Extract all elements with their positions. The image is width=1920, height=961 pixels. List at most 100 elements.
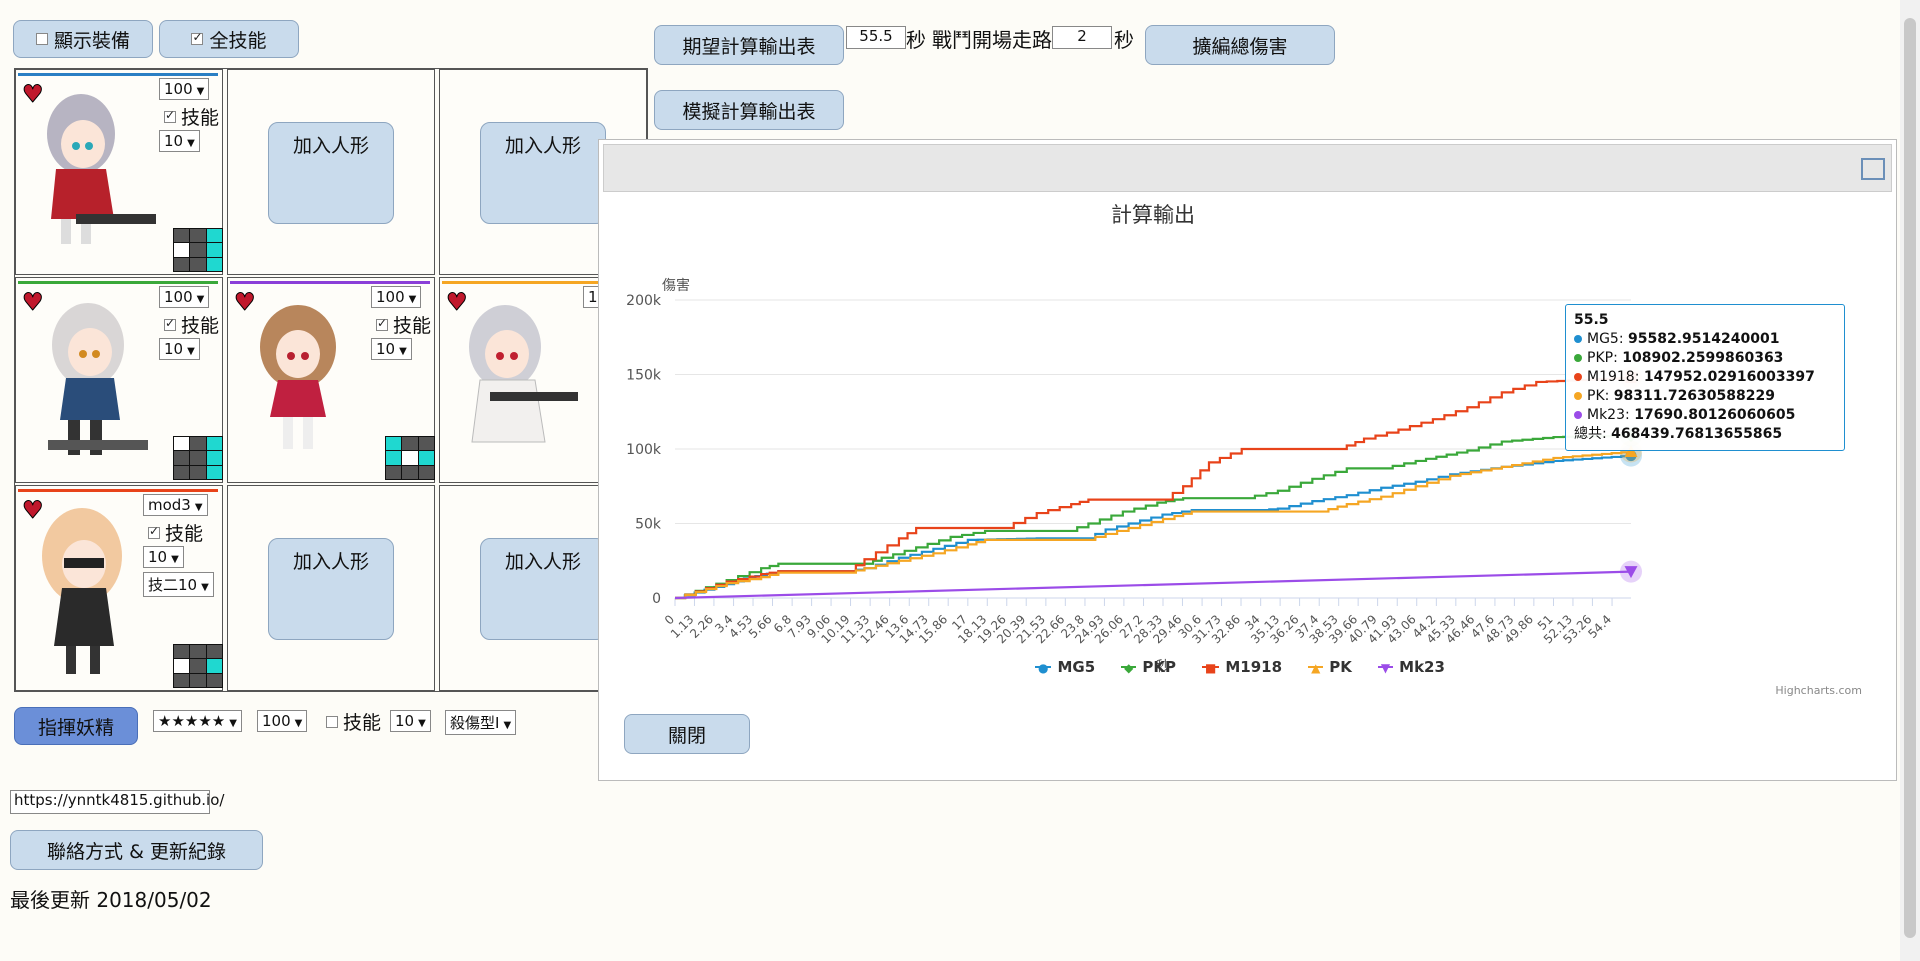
expected-table-button[interactable]: 期望計算輸出表 [654,25,844,65]
skill-level-select[interactable]: 10 ▼ [159,130,200,152]
doll-portrait-mg5 [47,94,156,244]
skill-level-select[interactable]: 10 ▼ [143,546,184,568]
doll-portrait-m1918 [260,305,336,449]
y-tick-label: 200k [626,293,662,309]
chart-title: 計算輸出 [1111,203,1195,227]
legend-label: MG5 [1057,658,1096,676]
last-update-text: 最後更新 2018/05/02 [10,888,212,912]
legend-item-pk[interactable]: ▲ PK [1308,658,1352,676]
legend-item-pkp[interactable]: ◆ PKP [1121,658,1176,676]
doll-portrait-pk [469,305,578,443]
show-equipment-checkbox[interactable] [35,33,48,45]
fairy-stars-select[interactable]: ★★★★★ ▼ [153,710,242,732]
scrollbar-thumb[interactable] [1904,18,1916,938]
skill-label: 技能 [165,523,204,545]
formation-grid [173,436,223,480]
tooltip-series-value: 147952.02916003397 [1643,369,1815,385]
tooltip-series-value: 95582.9514240001 [1628,331,1780,347]
skill-label: 技能 [181,315,220,337]
level-select[interactable]: 100 ▼ [371,286,422,308]
level-select[interactable]: 100 ▼ [159,286,210,308]
x-tick-label: 2.26 [687,612,716,641]
echelon-grid: ♥ 100▼ 技能 10▼ 加入人形 加入人形 ♥ 100▼ 技 [14,68,648,692]
fairy-level-select[interactable]: 100 ▼ [257,710,308,732]
skill2-level-select[interactable]: 技二10 ▼ [143,572,214,597]
y-tick-label: 100k [626,442,662,458]
duration-input[interactable]: 55.5 [846,26,906,49]
x-tick-label: 54.4 [1585,612,1614,641]
all-skills-button[interactable]: 全技能 [159,20,299,58]
skill-toggle[interactable]: 技能 [148,519,203,546]
slot-4[interactable]: ♥ 100▼ 技能 10▼ [15,277,223,483]
legend-item-mg5[interactable]: ● MG5 [1035,658,1095,676]
simulate-table-button[interactable]: 模擬計算輸出表 [654,90,844,130]
series-line-m1918 [675,376,1633,600]
chart-dialog: 計算輸出 傷害 0 50k 100k 150k 200k 0 1.13 2.26 3.4 4.53 5.… [598,139,1897,781]
add-doll-button[interactable]: 加入人形 [480,538,606,640]
tooltip-total: 總共: 468439.76813655865 [1574,426,1783,442]
legend-item-mk23[interactable]: ▼ Mk23 [1377,658,1445,676]
series-dot-icon [1574,411,1582,419]
skill-checkbox[interactable] [376,316,388,331]
skill-toggle[interactable]: 技能 [164,103,219,130]
tooltip-row: PKP: 108902.2599860363 [1574,349,1836,368]
tooltip-series-value: 17690.80126060605 [1634,407,1796,423]
legend-symbol-icon: ■ [1202,662,1220,674]
add-doll-button[interactable]: 加入人形 [480,122,606,224]
level-select[interactable]: 100 ▼ [159,78,210,100]
slot-color-bar [18,489,218,492]
close-button[interactable]: 關閉 [624,714,750,754]
formation-grid [385,436,435,480]
x-tick-label: 5.66 [746,612,775,641]
tooltip-header: 55.5 [1574,312,1609,328]
skill-checkbox[interactable] [148,524,160,539]
tooltip-series-value: 108902.2599860363 [1622,350,1784,366]
fairy-button[interactable]: 指揮妖精 [14,707,138,745]
page-scrollbar[interactable] [1900,0,1920,961]
chart-tooltip: 55.5 MG5: 95582.9514240001 PKP: 108902.25… [1565,304,1845,451]
walk-input[interactable]: 2 [1052,26,1112,49]
tooltip-row: Mk23: 17690.80126060605 [1574,406,1836,425]
skill-toggle[interactable]: 技能 [376,311,431,338]
show-equipment-button[interactable]: 顯示裝備 [13,20,153,58]
tooltip-series-name: PKP [1587,350,1614,366]
contact-button[interactable]: 聯絡方式 & 更新紀錄 [10,830,263,870]
y-axis-title: 傷害 [662,278,690,294]
add-doll-button[interactable]: 加入人形 [268,122,394,224]
fairy-skill-toggle[interactable]: 技能 [326,708,381,735]
fairy-skill-checkbox[interactable] [326,715,338,728]
expand-damage-button[interactable]: 擴編總傷害 [1145,25,1335,65]
all-skills-label: 全技能 [209,29,267,52]
y-tick-label: 50k [635,517,662,533]
fairy-type-select[interactable]: 殺傷型I ▼ [445,710,517,735]
add-doll-button[interactable]: 加入人形 [268,538,394,640]
skill-toggle[interactable]: 技能 [164,311,219,338]
formation-grid [173,644,223,688]
slot-color-bar [18,281,218,284]
tooltip-row: MG5: 95582.9514240001 [1574,330,1836,349]
slot-color-bar [18,73,218,76]
slot-color-bar [230,281,430,284]
slot-1[interactable]: ♥ 100▼ 技能 10▼ [15,69,223,275]
all-skills-checkbox[interactable] [191,30,204,45]
skill-level-select[interactable]: 10 ▼ [371,338,412,360]
slot-5[interactable]: ♥ 100▼ 技能 10▼ [227,277,435,483]
level-select[interactable]: mod3 ▼ [143,494,208,516]
url-field[interactable]: https://ynntk4815.github.io/ [10,790,224,814]
maximize-icon[interactable] [1861,158,1885,180]
legend-label: PK [1329,658,1352,676]
doll-portrait-mk23 [42,508,122,674]
legend-item-m1918[interactable]: ■ M1918 [1202,658,1282,676]
skill-checkbox[interactable] [164,316,176,331]
slot-7[interactable]: ♥ mod3▼ 技能 10▼ 技二10▼ [15,485,223,691]
slot-2: 加入人形 [227,69,435,275]
doll-portrait-pkp [48,303,148,455]
fairy-skill-level-select[interactable]: 10 ▼ [390,710,431,732]
series-dot-icon [1574,354,1582,362]
skill-label: 技能 [393,315,432,337]
legend-symbol-icon: ▼ [1377,662,1394,674]
skill-checkbox[interactable] [164,108,176,123]
legend-symbol-icon: ◆ [1121,662,1137,674]
skill-level-select[interactable]: 10 ▼ [159,338,200,360]
show-equipment-label: 顯示裝備 [53,29,130,52]
